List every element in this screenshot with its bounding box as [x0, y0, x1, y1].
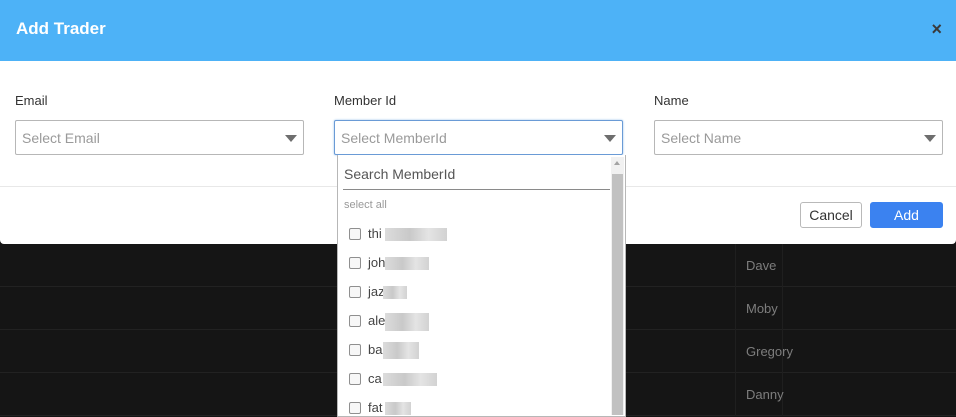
email-select[interactable]: Select Email [15, 120, 304, 155]
scrollbar-thumb[interactable] [612, 174, 623, 415]
email-field: Email Select Email [15, 93, 304, 155]
list-item[interactable]: thi [349, 225, 604, 254]
member-id-search-input[interactable] [343, 159, 610, 190]
checkbox[interactable] [349, 257, 361, 269]
scroll-up-arrow-icon[interactable] [614, 161, 620, 165]
name-select-placeholder: Select Name [661, 130, 742, 146]
name-label: Name [654, 93, 689, 108]
redacted-text [385, 257, 429, 270]
modal-header: Add Trader × [0, 0, 956, 61]
list-item[interactable]: joh [349, 254, 604, 283]
modal-title: Add Trader [16, 19, 106, 38]
table-cell-name: Danny [746, 387, 784, 402]
list-item[interactable]: ale [349, 312, 604, 341]
list-item-label: joh [368, 255, 386, 270]
select-all-link[interactable]: select all [344, 199, 387, 211]
cancel-button[interactable]: Cancel [800, 202, 862, 228]
checkbox[interactable] [349, 315, 361, 327]
close-icon[interactable]: × [931, 20, 942, 38]
list-item-label: ca [368, 371, 382, 386]
list-item[interactable]: jaz [349, 283, 604, 312]
list-item[interactable]: fat [349, 399, 604, 417]
list-item-label: ale [368, 313, 386, 328]
checkbox[interactable] [349, 286, 361, 298]
redacted-text [385, 313, 429, 331]
checkbox[interactable] [349, 373, 361, 385]
email-select-placeholder: Select Email [22, 130, 100, 146]
chevron-down-icon [604, 135, 616, 142]
dropdown-scrollbar[interactable] [611, 157, 624, 415]
member-id-field: Member Id Select MemberId [334, 93, 623, 155]
redacted-text [385, 402, 411, 415]
member-id-label: Member Id [334, 93, 397, 108]
list-item-label: thi [368, 226, 382, 241]
redacted-text [385, 228, 447, 241]
redacted-text [383, 373, 437, 386]
table-cell-name: Moby [746, 301, 778, 316]
redacted-text [383, 286, 407, 299]
member-id-options: thi joh jaz ale ba ca fat [349, 225, 604, 417]
member-id-dropdown: select all thi joh jaz ale ba [337, 155, 626, 417]
list-item-label: ba [368, 342, 383, 357]
redacted-text [383, 342, 419, 359]
add-button[interactable]: Add [870, 202, 943, 228]
list-item[interactable]: ba [349, 341, 604, 370]
table-cell-name: Gregory [746, 344, 793, 359]
list-item-label: fat [368, 400, 383, 415]
member-id-select[interactable]: Select MemberId [334, 120, 623, 155]
chevron-down-icon [285, 135, 297, 142]
list-item[interactable]: ca [349, 370, 604, 399]
checkbox[interactable] [349, 228, 361, 240]
email-label: Email [15, 93, 48, 108]
name-select[interactable]: Select Name [654, 120, 943, 155]
name-field: Name Select Name [654, 93, 943, 155]
member-id-select-placeholder: Select MemberId [341, 130, 447, 146]
table-cell-name: Dave [746, 258, 777, 273]
chevron-down-icon [924, 135, 936, 142]
checkbox[interactable] [349, 344, 361, 356]
checkbox[interactable] [349, 402, 361, 414]
